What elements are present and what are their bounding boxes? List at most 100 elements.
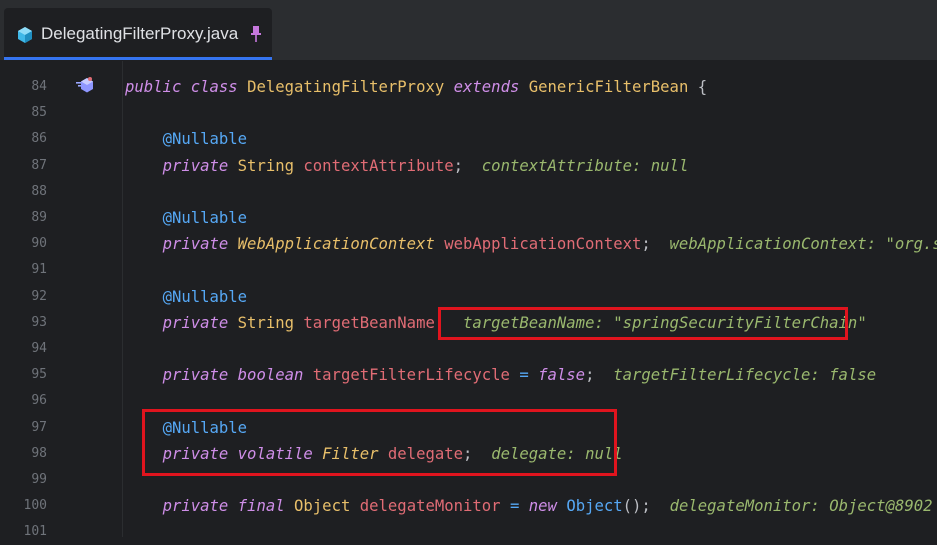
code-token: GenericFilterBean bbox=[528, 78, 689, 96]
code-text: public class DelegatingFilterProxy exten… bbox=[125, 74, 707, 100]
code-token: private bbox=[162, 313, 229, 332]
line-number: 91 bbox=[31, 262, 47, 278]
code-token: @Nullable bbox=[162, 209, 248, 227]
line-number: 96 bbox=[31, 393, 47, 409]
code-text: private String contextAttribute; context… bbox=[125, 153, 689, 179]
code-token: String bbox=[237, 313, 295, 332]
code-text: private WebApplicationContext webApplica… bbox=[125, 231, 937, 257]
code-token: Object bbox=[566, 497, 623, 516]
tab-delegating-filter-proxy[interactable]: DelegatingFilterProxy.java bbox=[4, 8, 272, 60]
code-line[interactable]: 91 bbox=[0, 257, 937, 283]
code-token: ; bbox=[453, 156, 482, 175]
code-token: @Nullable bbox=[162, 130, 248, 149]
code-line[interactable]: 87 private String contextAttribute; cont… bbox=[0, 153, 937, 179]
line-number: 97 bbox=[31, 419, 47, 435]
code-token: ; bbox=[641, 235, 670, 254]
code-line[interactable]: 88 bbox=[0, 179, 937, 205]
line-number: 92 bbox=[31, 288, 47, 304]
java-class-file-icon bbox=[18, 27, 32, 43]
line-number: 99 bbox=[31, 472, 47, 487]
code-line[interactable]: 92 @Nullable bbox=[0, 284, 937, 310]
inline-value-hint: delegateMonitor: Object@8902 bbox=[669, 497, 933, 516]
code-token: private bbox=[162, 497, 229, 516]
code-text: @Nullable bbox=[125, 126, 248, 152]
code-token: false bbox=[538, 366, 586, 385]
inline-value-hint: targetFilterLifecycle: false bbox=[613, 366, 877, 385]
code-editor[interactable]: 84 public class DelegatingFilterProxy ext… bbox=[0, 61, 937, 539]
line-number: 86 bbox=[31, 131, 47, 147]
line-number: 93 bbox=[31, 314, 47, 330]
code-token: new bbox=[528, 497, 557, 516]
code-token: final bbox=[237, 497, 285, 516]
code-token: webApplicationContext bbox=[444, 235, 642, 254]
line-number: 87 bbox=[31, 157, 47, 173]
code-token: class bbox=[190, 78, 238, 96]
code-line[interactable]: 101 bbox=[0, 519, 937, 545]
code-token: targetBeanName bbox=[303, 313, 435, 332]
code-text: private final Object delegateMonitor = n… bbox=[125, 493, 933, 519]
code-token: = bbox=[509, 497, 520, 516]
code-token: contextAttribute bbox=[303, 156, 454, 175]
code-token: private bbox=[162, 366, 229, 385]
code-token: delegateMonitor bbox=[359, 497, 501, 516]
editor-tab-bar: DelegatingFilterProxy.java bbox=[0, 0, 937, 61]
code-line[interactable]: 84 public class DelegatingFilterProxy ext… bbox=[0, 74, 937, 100]
inline-value-hint: contextAttribute: null bbox=[481, 156, 689, 175]
line-number: 90 bbox=[31, 236, 47, 252]
code-token: WebApplicationContext bbox=[237, 235, 435, 254]
line-number: 95 bbox=[31, 367, 47, 383]
line-number: 88 bbox=[31, 183, 47, 199]
code-token: String bbox=[237, 156, 295, 175]
code-token: ; bbox=[585, 366, 614, 385]
highlight-delegate-field bbox=[142, 409, 617, 476]
code-token: DelegatingFilterProxy bbox=[247, 78, 445, 96]
highlight-target-bean-name bbox=[438, 307, 848, 340]
line-number: 89 bbox=[31, 210, 47, 225]
code-line[interactable]: 100 private final Object delegateMonitor… bbox=[0, 493, 937, 519]
line-number: 100 bbox=[23, 498, 47, 514]
line-number: 101 bbox=[23, 524, 47, 540]
code-text: @Nullable bbox=[125, 205, 248, 231]
code-line[interactable]: 86 @Nullable bbox=[0, 126, 937, 152]
code-text: private boolean targetFilterLifecycle = … bbox=[125, 362, 877, 388]
code-line[interactable]: 90 private WebApplicationContext webAppl… bbox=[0, 231, 937, 257]
code-line[interactable]: 89 @Nullable bbox=[0, 205, 937, 231]
line-number: 85 bbox=[31, 105, 47, 121]
pin-icon[interactable] bbox=[248, 25, 264, 43]
line-number: 98 bbox=[31, 445, 47, 461]
code-token: public bbox=[125, 78, 182, 96]
inline-value-hint: webApplicationContext: "org.spri bbox=[669, 235, 937, 254]
code-token: { bbox=[688, 78, 708, 96]
code-line[interactable]: 85 bbox=[0, 100, 937, 126]
code-token: Object bbox=[294, 497, 351, 516]
code-line[interactable]: 95 private boolean targetFilterLifecycle… bbox=[0, 362, 937, 388]
code-token: extends bbox=[453, 78, 520, 96]
code-token: (); bbox=[622, 497, 670, 516]
code-token: private bbox=[162, 156, 229, 175]
